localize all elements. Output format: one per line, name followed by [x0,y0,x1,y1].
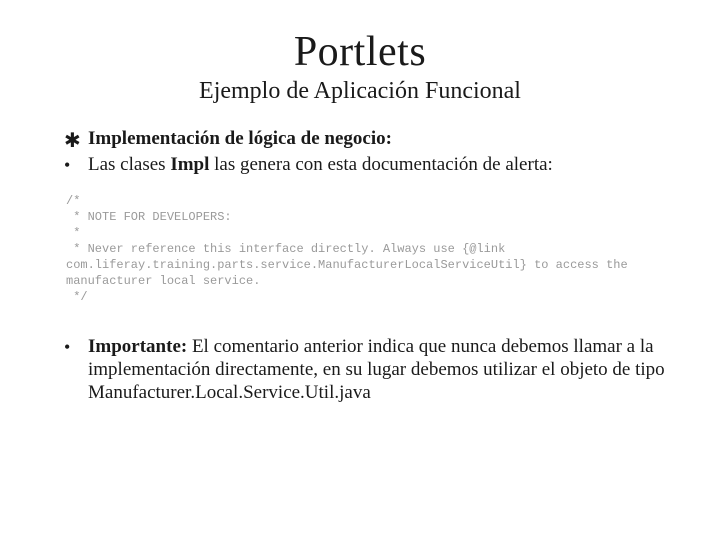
slide-title: Portlets [40,28,680,76]
slide: Portlets Ejemplo de Aplicación Funcional… [0,0,720,540]
bullet-implementation-bold: Implementación de lógica de negocio: [88,128,392,149]
asterisk-icon: ✱ [64,130,88,152]
bullet-impl-classes: • Las clases Impl las genera con esta do… [64,153,680,177]
impl-bold-text: Impl [170,154,209,175]
code-comment-block: /* * NOTE FOR DEVELOPERS: * * Never refe… [64,191,680,307]
impl-post-text: las genera con esta documentación de ale… [209,154,552,175]
bullet-important-text: Importante: El comentario anterior indic… [88,335,680,404]
important-label: Importante: [88,336,187,357]
impl-pre-text: Las clases [88,154,170,175]
bullet-implementation: ✱ Implementación de lógica de negocio: [64,127,680,151]
bullet-implementation-text: Implementación de lógica de negocio: [88,127,680,151]
bullet-impl-classes-text: Las clases Impl las genera con esta docu… [88,153,680,177]
bullet-dot-icon: • [64,153,88,177]
slide-subtitle: Ejemplo de Aplicación Funcional [40,78,680,105]
slide-content: ✱ Implementación de lógica de negocio: •… [40,127,680,404]
bullet-important: • Importante: El comentario anterior ind… [64,335,680,404]
bullet-dot-icon: • [64,335,88,359]
